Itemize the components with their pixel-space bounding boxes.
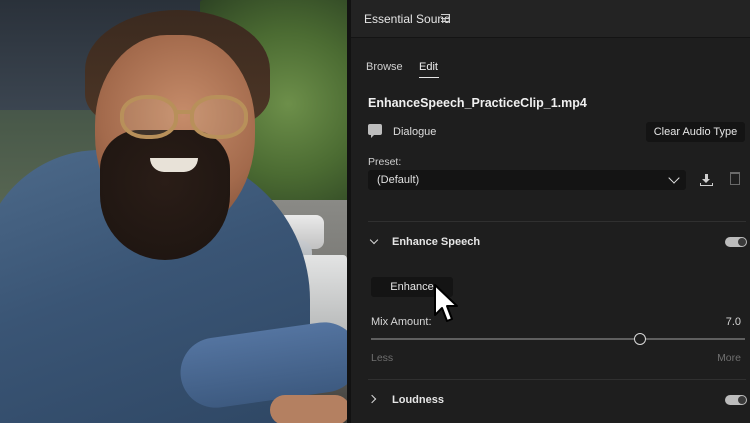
essential-sound-panel: Essential Sound Browse Edit EnhanceSpeec… [347, 0, 750, 423]
glasses-lens [190, 95, 248, 139]
person-smile [150, 158, 198, 172]
audio-type-label: Dialogue [393, 126, 437, 138]
clear-audio-type-button[interactable]: Clear Audio Type [646, 122, 745, 142]
preset-dropdown[interactable]: (Default) [368, 170, 686, 190]
mix-amount-label: Mix Amount: [371, 316, 432, 328]
preset-value: (Default) [377, 174, 420, 186]
slider-more-label: More [717, 352, 741, 364]
hamburger-menu-icon[interactable] [441, 14, 450, 22]
clip-name: EnhanceSpeech_PracticeClip_1.mp4 [368, 96, 587, 110]
loudness-toggle[interactable] [725, 395, 747, 405]
divider [368, 379, 746, 380]
enhance-speech-toggle[interactable] [725, 237, 747, 247]
active-tab-indicator [419, 77, 439, 78]
panel-title: Essential Sound [364, 12, 451, 26]
divider [368, 221, 746, 222]
preset-label: Preset: [368, 156, 402, 168]
glasses-lens [120, 95, 178, 139]
enhance-speech-title[interactable]: Enhance Speech [392, 236, 480, 248]
save-preset-icon[interactable] [700, 174, 714, 186]
chevron-down-icon[interactable] [369, 235, 379, 245]
slider-less-label: Less [371, 352, 394, 364]
loudness-title[interactable]: Loudness [392, 394, 444, 406]
chevron-down-icon [668, 172, 680, 184]
speech-bubble-icon [368, 124, 382, 138]
mouse-pointer-icon [434, 284, 458, 322]
panel-header: Essential Sound [351, 0, 750, 38]
tab-browse[interactable]: Browse [366, 61, 403, 73]
mix-amount-value[interactable]: 7.0 [726, 316, 741, 328]
video-preview [0, 0, 347, 423]
mix-amount-slider-track[interactable] [371, 338, 745, 340]
glasses-bridge [176, 110, 192, 114]
person-beard [100, 130, 230, 260]
tab-edit[interactable]: Edit [419, 61, 438, 73]
mix-amount-slider-handle[interactable] [633, 333, 646, 345]
trash-icon[interactable] [730, 172, 740, 185]
chevron-right-icon[interactable] [367, 394, 377, 404]
person-hand [270, 395, 347, 423]
